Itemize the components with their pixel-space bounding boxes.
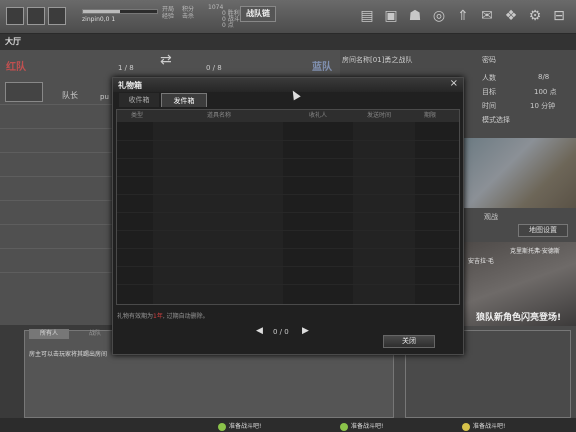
ready-status: 准备战斗吧!	[218, 421, 261, 431]
table-column	[153, 122, 283, 304]
promo-caption: 安吉拉·毛	[468, 258, 494, 265]
time-label: 时间	[482, 102, 496, 110]
player-name: zinpin0,0 1	[82, 16, 116, 23]
gift-box-dialog: 礼物箱 × 收件箱 发件箱 类型 道具名称 收礼人 发送时间 期限 礼物有效期为…	[112, 77, 464, 355]
dialog-header: 礼物箱 ×	[113, 78, 463, 92]
map-settings-button[interactable]: 地图设置	[518, 224, 568, 237]
target-value: 100 点	[534, 88, 557, 96]
table-row-divider	[117, 230, 459, 231]
table-row-divider	[117, 284, 459, 285]
pagination: ◀ 0 / 0 ▶	[256, 326, 316, 338]
table-row-divider	[117, 194, 459, 195]
promo-caption: 克里斯托弗·安德斯	[510, 248, 560, 255]
mode-label: 模式选择	[482, 116, 510, 124]
next-page-icon[interactable]: ▶	[302, 326, 309, 336]
dialog-title: 礼物箱	[118, 81, 142, 90]
tab-inbox[interactable]: 收件箱	[119, 93, 159, 107]
prev-page-icon[interactable]: ◀	[256, 326, 263, 336]
ready-status-label: 准备战斗吧!	[351, 423, 384, 430]
ready-status: 准备战斗吧!	[340, 421, 383, 431]
gold-value: 1074	[208, 4, 224, 11]
table-header: 类型 道具名称 收礼人 发送时间 期限	[117, 110, 459, 122]
map-preview	[462, 138, 576, 208]
table-row-divider	[117, 212, 459, 213]
expiry-notice: 礼物有效期为1年, 过期自动删除。	[117, 311, 209, 320]
clan-icon	[48, 7, 66, 25]
notice-highlight: 1年	[153, 313, 163, 320]
table-row-divider	[117, 140, 459, 141]
password-label: 密码	[482, 56, 496, 64]
column-header-type: 类型	[131, 112, 144, 119]
ready-status-label: 准备战斗吧!	[229, 423, 262, 430]
column-header-item-name: 道具名称	[207, 112, 232, 119]
points-value: 0 点	[222, 22, 234, 29]
mail-icon[interactable]: ✉	[478, 8, 496, 24]
time-value: 10 分钟	[530, 102, 556, 110]
red-team-label: 红队	[6, 62, 26, 73]
page-indicator: 0 / 0	[273, 328, 289, 336]
coin-icon[interactable]: ◎	[430, 8, 448, 24]
target-label: 目标	[482, 88, 496, 96]
ready-status-label: 准备战斗吧!	[473, 423, 506, 430]
exp-bar	[82, 9, 158, 14]
table-row-divider	[117, 248, 459, 249]
top-bar: zinpin0,0 1 开局 经验 积分 击杀 1074 0 胜利 0 战斗 0…	[0, 0, 576, 34]
notice-text: , 过期自动删除。	[162, 313, 209, 320]
team-link-tab[interactable]: 战队链	[240, 6, 276, 22]
table-column	[353, 122, 415, 304]
promo-title: 狼队新角色闪亮登场!	[476, 313, 562, 323]
close-icon[interactable]: ×	[450, 78, 458, 89]
table-row-divider	[117, 266, 459, 267]
close-button[interactable]: 关闭	[383, 335, 435, 348]
people-label: 人数	[482, 74, 496, 82]
people-value: 8/8	[538, 73, 550, 81]
avatar[interactable]	[6, 7, 24, 25]
column-header-expiry: 期限	[424, 112, 437, 119]
swap-team-icon[interactable]: ⇄	[160, 52, 172, 68]
notice-text: 礼物有效期为	[117, 313, 154, 320]
player-tag: pu	[100, 93, 109, 101]
room-name: 房间名称[01]勇之战队	[342, 56, 413, 64]
tab-sent[interactable]: 发件箱	[161, 93, 207, 107]
ready-status: 准备战斗吧!	[462, 421, 505, 431]
rank-icon	[27, 7, 45, 25]
stat-label: 击杀	[182, 13, 195, 20]
gift-icon[interactable]: ❖	[502, 8, 520, 24]
stat-label: 开局	[162, 6, 175, 13]
stat-label: 积分	[182, 6, 195, 13]
chat-message: 房主可以击玩家将其踢出房间	[29, 351, 108, 358]
watch-label: 观战	[484, 213, 498, 221]
save-icon[interactable]: ▣	[382, 8, 400, 24]
column-header-send-time: 发送时间	[367, 112, 392, 119]
gift-table: 类型 道具名称 收礼人 发送时间 期限	[116, 109, 460, 305]
stat-label: 经验	[162, 13, 175, 20]
blue-team-label: 蓝队	[312, 62, 332, 73]
hall-title: 大厅	[0, 34, 576, 50]
wolf-icon[interactable]: ☗	[406, 8, 424, 24]
exit-icon[interactable]: ⊟	[550, 8, 568, 24]
table-row-divider	[117, 158, 459, 159]
upgrade-icon[interactable]: ⇑	[454, 8, 472, 24]
player-name-label: 队长	[62, 91, 78, 100]
red-team-count: 1 / 8	[118, 64, 134, 72]
settings-icon[interactable]: ▤	[358, 8, 376, 24]
chat-tab-all[interactable]: 所有人	[29, 329, 69, 339]
player-avatar[interactable]	[5, 82, 43, 102]
gear-icon[interactable]: ⚙	[526, 8, 544, 24]
table-row-divider	[117, 176, 459, 177]
column-header-recipient: 收礼人	[309, 112, 328, 119]
blue-team-count: 0 / 8	[206, 64, 222, 72]
chat-tab-team[interactable]: 战队	[75, 329, 115, 339]
